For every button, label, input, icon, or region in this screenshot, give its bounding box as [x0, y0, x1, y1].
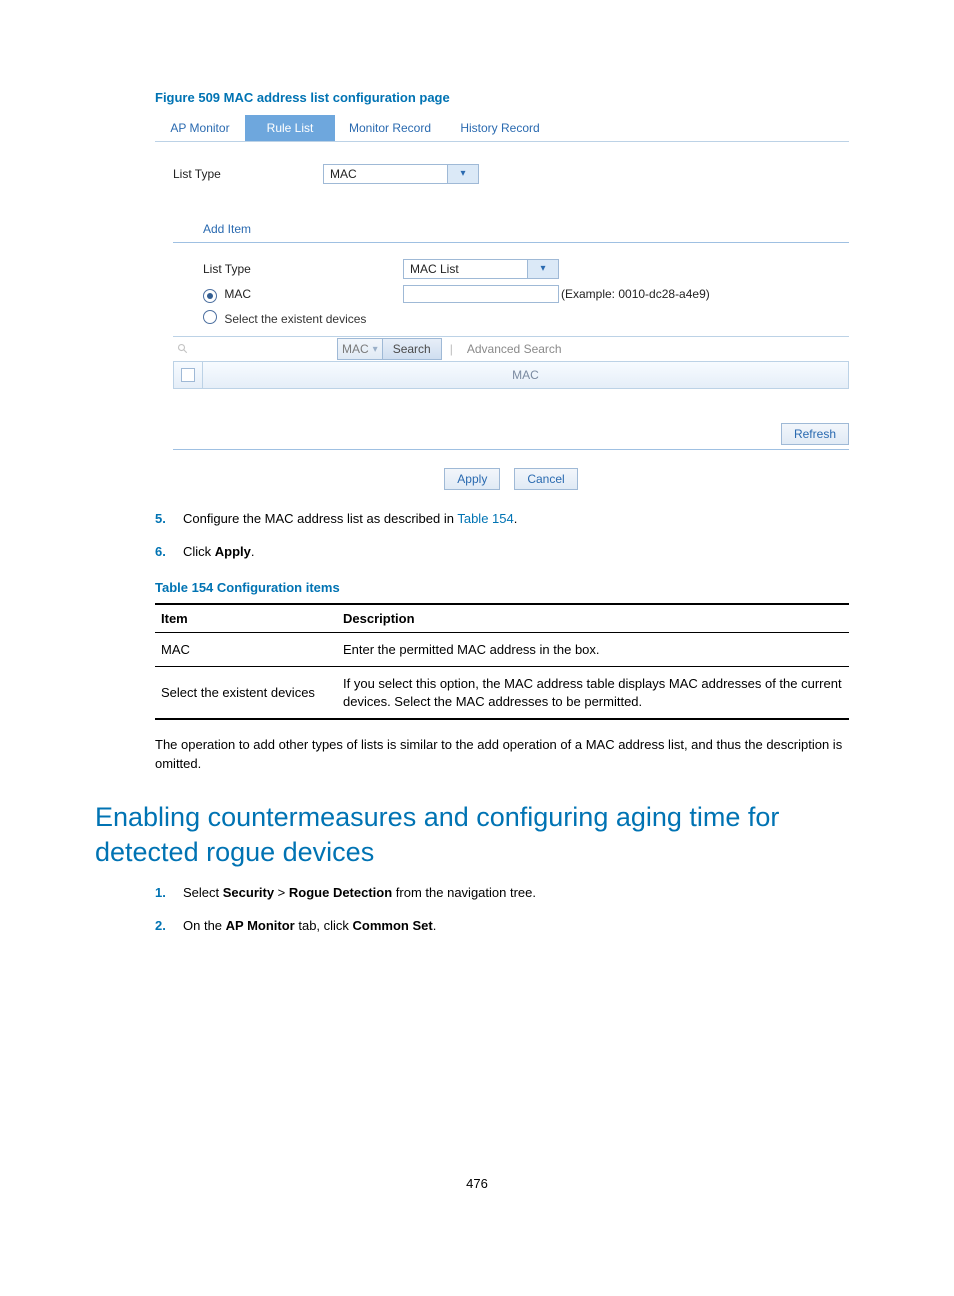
- table-row: MACEnter the permitted MAC address in th…: [155, 632, 849, 667]
- tab-history-record[interactable]: History Record: [445, 115, 555, 141]
- table-cell-desc: If you select this option, the MAC addre…: [337, 667, 849, 720]
- search-field-select[interactable]: MAC ▾: [337, 338, 383, 360]
- column-header-mac: MAC: [203, 368, 848, 382]
- step-number: 1.: [155, 884, 183, 903]
- tab-monitor-record[interactable]: Monitor Record: [335, 115, 445, 141]
- select-devices-label: Select the existent devices: [224, 312, 366, 326]
- table-link[interactable]: Table 154: [457, 511, 513, 526]
- chevron-down-icon: ▾: [447, 165, 478, 183]
- table-head-desc: Description: [337, 604, 849, 633]
- list-type-label: List Type: [173, 167, 323, 181]
- search-bar: MAC ▾ Search | Advanced Search: [173, 336, 849, 362]
- apply-button[interactable]: Apply: [444, 468, 500, 490]
- step-item: 1.Select Security > Rogue Detection from…: [155, 884, 859, 903]
- search-input[interactable]: [173, 338, 338, 360]
- config-items-table: Item Description MACEnter the permitted …: [155, 603, 849, 721]
- config-screenshot: AP Monitor Rule List Monitor Record Hist…: [155, 115, 849, 496]
- mac-example-hint: (Example: 0010-dc28-a4e9): [561, 287, 710, 301]
- refresh-button[interactable]: Refresh: [781, 423, 849, 445]
- radio-checked-icon: [203, 289, 217, 303]
- step-item: 5.Configure the MAC address list as desc…: [155, 510, 859, 529]
- mac-radio[interactable]: MAC: [203, 287, 403, 302]
- tab-bar: AP Monitor Rule List Monitor Record Hist…: [155, 115, 849, 141]
- inner-list-type-select[interactable]: MAC List ▾: [403, 259, 559, 279]
- section-heading: Enabling countermeasures and configuring…: [95, 800, 859, 870]
- chevron-down-icon: ▾: [527, 260, 558, 278]
- tab-rule-list[interactable]: Rule List: [245, 115, 335, 141]
- select-all-checkbox[interactable]: [174, 362, 203, 388]
- table-cell-item: MAC: [155, 632, 337, 667]
- inner-list-type-value: MAC List: [404, 260, 527, 278]
- search-field-value: MAC: [342, 342, 369, 356]
- table-cell-item: Select the existent devices: [155, 667, 337, 720]
- select-devices-radio[interactable]: Select the existent devices: [203, 309, 366, 326]
- tab-ap-monitor[interactable]: AP Monitor: [155, 115, 245, 141]
- table-row: Select the existent devicesIf you select…: [155, 667, 849, 720]
- add-item-title[interactable]: Add Item: [203, 222, 849, 240]
- advanced-search-link[interactable]: Advanced Search: [467, 342, 562, 356]
- list-type-value: MAC: [324, 165, 447, 183]
- mac-input[interactable]: [403, 285, 559, 303]
- cancel-button[interactable]: Cancel: [514, 468, 577, 490]
- figure-caption: Figure 509 MAC address list configuratio…: [155, 90, 859, 105]
- radio-unchecked-icon: [203, 310, 217, 324]
- body-paragraph: The operation to add other types of list…: [155, 736, 849, 774]
- search-button[interactable]: Search: [382, 338, 442, 360]
- search-icon: [177, 343, 189, 355]
- table-head-item: Item: [155, 604, 337, 633]
- table-caption: Table 154 Configuration items: [155, 580, 859, 595]
- chevron-down-icon: ▾: [373, 344, 378, 355]
- list-type-select[interactable]: MAC ▾: [323, 164, 479, 184]
- step-number: 5.: [155, 510, 183, 529]
- step-item: 6.Click Apply.: [155, 543, 859, 562]
- page-number: 476: [95, 1176, 859, 1191]
- inner-list-type-label: List Type: [203, 262, 403, 276]
- table-header-row: MAC: [173, 362, 849, 389]
- step-number: 6.: [155, 543, 183, 562]
- step-number: 2.: [155, 917, 183, 936]
- mac-radio-label: MAC: [224, 287, 251, 301]
- table-cell-desc: Enter the permitted MAC address in the b…: [337, 632, 849, 667]
- step-item: 2.On the AP Monitor tab, click Common Se…: [155, 917, 859, 936]
